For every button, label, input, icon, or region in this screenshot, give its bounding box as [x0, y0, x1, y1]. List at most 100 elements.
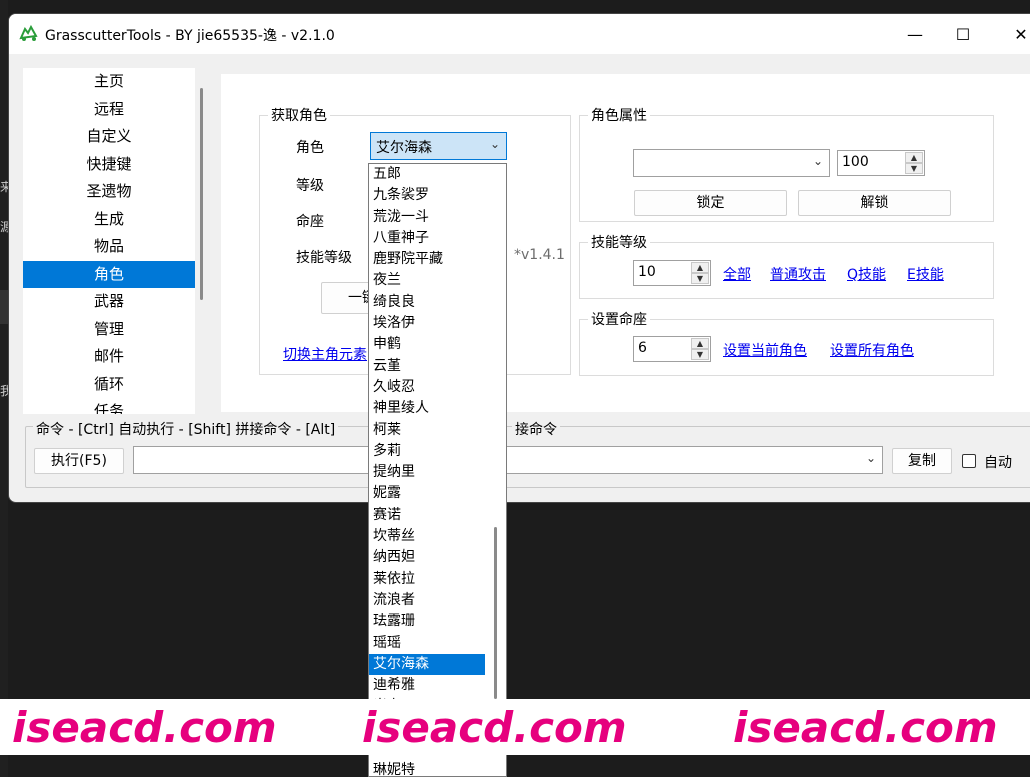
desktop-text-fragment: 来	[0, 180, 8, 194]
dropdown-item[interactable]: 提纳里	[369, 462, 485, 483]
dropdown-item[interactable]: 夜兰	[369, 270, 485, 291]
dropdown-item[interactable]: 莱依拉	[369, 569, 485, 590]
set-current-avatar-link[interactable]: 设置当前角色	[723, 340, 807, 360]
skill-all-link[interactable]: 全部	[723, 264, 751, 284]
sidebar-item-hotkeys[interactable]: 快捷键	[23, 151, 195, 179]
skill-level-title: 技能等级	[588, 232, 650, 252]
sidebar-item-items[interactable]: 物品	[23, 233, 195, 261]
dropdown-item[interactable]: 柯莱	[369, 420, 485, 441]
dropdown-item[interactable]: 鹿野院平藏	[369, 249, 485, 270]
sidebar-item-home[interactable]: 主页	[23, 68, 195, 96]
watermark-text: iseacd.com	[12, 703, 277, 752]
run-command-button[interactable]: 执行(F5)	[34, 448, 124, 474]
watermark-text: iseacd.com	[733, 703, 998, 752]
watermark-banner: iseacd.com iseacd.com iseacd.com	[0, 699, 1030, 755]
avatar-label: 角色	[296, 140, 324, 156]
close-button[interactable]: ✕	[997, 14, 1030, 54]
app-logo-icon	[19, 24, 38, 41]
command-title-tail: 接命令	[512, 419, 560, 439]
lock-button[interactable]: 锁定	[634, 190, 787, 216]
stepper-down-icon[interactable]: ▼	[691, 349, 709, 360]
version-hint: *v1.4.1	[514, 247, 565, 263]
watermark-text: iseacd.com	[362, 703, 627, 752]
dropdown-item[interactable]: 坎蒂丝	[369, 526, 485, 547]
sidebar-item-quests[interactable]: 任务	[23, 398, 195, 414]
copy-button[interactable]: 复制	[892, 448, 952, 474]
sidebar-item-artifacts[interactable]: 圣遗物	[23, 178, 195, 206]
skill-level-value: 10	[638, 264, 656, 280]
minimize-button[interactable]: —	[891, 14, 939, 54]
auto-label: 自动	[984, 455, 1012, 471]
avatar-page: 获取角色 角色 艾尔海森 ⌄ 等级 命座 技能等级 *v1.4.1 一键 切换主…	[221, 74, 1030, 412]
constellation-stepper[interactable]: 6 ▲ ▼	[633, 336, 711, 362]
dropdown-item[interactable]: 纳西妲	[369, 547, 485, 568]
dropdown-item[interactable]: 瑶瑶	[369, 633, 485, 654]
stepper-up-icon[interactable]: ▲	[691, 338, 709, 349]
dropdown-item[interactable]: 久岐忍	[369, 377, 485, 398]
desktop-bar	[0, 290, 8, 324]
title-bar[interactable]: GrasscutterTools - BY jie65535-逸 - v2.1.…	[9, 14, 1030, 54]
avatar-dropdown-list: 五郎 九条裟罗 荒泷一斗 八重神子 鹿野院平藏 夜兰 绮良良 埃洛伊 申鹤 云堇…	[368, 163, 507, 777]
dropdown-item[interactable]: 琳妮特	[369, 760, 485, 776]
command-title: 命令 - [Ctrl] 自动执行 - [Shift] 拼接命令 - [Alt]	[33, 419, 339, 439]
dropdown-item[interactable]: 八重神子	[369, 228, 485, 249]
constellation-value: 6	[638, 340, 647, 356]
chevron-down-icon: ⌄	[812, 154, 823, 168]
app-window: GrasscutterTools - BY jie65535-逸 - v2.1.…	[8, 13, 1030, 503]
skill-level-stepper[interactable]: 10 ▲ ▼	[633, 260, 711, 286]
avatar-prop-select[interactable]: ⌄	[633, 149, 830, 177]
sidebar-item-manage[interactable]: 管理	[23, 316, 195, 344]
dropdown-item[interactable]: 五郎	[369, 164, 485, 185]
dropdown-item[interactable]: 九条裟罗	[369, 185, 485, 206]
dropdown-item[interactable]: 妮露	[369, 483, 485, 504]
avatar-select-value: 艾尔海森	[376, 140, 432, 156]
auto-checkbox[interactable]	[962, 454, 976, 468]
maximize-button[interactable]: ☐	[939, 14, 987, 54]
sidebar-item-loop[interactable]: 循环	[23, 371, 195, 399]
dropdown-item[interactable]: 流浪者	[369, 590, 485, 611]
skill-q-link[interactable]: Q技能	[847, 264, 886, 284]
dropdown-item[interactable]: 多莉	[369, 441, 485, 462]
dropdown-item[interactable]: 迪希雅	[369, 675, 485, 696]
stepper-up-icon[interactable]: ▲	[691, 262, 709, 273]
dropdown-item[interactable]: 绮良良	[369, 292, 485, 313]
chevron-down-icon: ⌄	[865, 451, 876, 465]
prop-value: 100	[842, 154, 869, 170]
sidebar-item-spawn[interactable]: 生成	[23, 206, 195, 234]
dropdown-item[interactable]: 埃洛伊	[369, 313, 485, 334]
dropdown-item-selected[interactable]: 艾尔海森	[369, 653, 485, 676]
set-all-avatars-link[interactable]: 设置所有角色	[830, 340, 914, 360]
dropdown-item[interactable]: 云堇	[369, 356, 485, 377]
skill-e-link[interactable]: E技能	[907, 264, 944, 284]
stepper-down-icon[interactable]: ▼	[905, 163, 923, 174]
get-avatar-title: 获取角色	[268, 105, 330, 125]
avatar-props-title: 角色属性	[588, 105, 650, 125]
level-label: 等级	[296, 178, 324, 194]
window-title: GrasscutterTools - BY jie65535-逸 - v2.1.…	[45, 28, 335, 44]
unlock-button[interactable]: 解锁	[798, 190, 951, 216]
prop-value-stepper[interactable]: 100 ▲ ▼	[837, 150, 925, 176]
dropdown-item[interactable]: 申鹤	[369, 334, 485, 355]
dropdown-item[interactable]: 神里绫人	[369, 398, 485, 419]
avatar-select[interactable]: 艾尔海森 ⌄	[370, 132, 507, 160]
command-input[interactable]: ⌄	[133, 446, 883, 474]
sidebar-item-remote[interactable]: 远程	[23, 96, 195, 124]
sidebar-nav: 主页 远程 自定义 快捷键 圣遗物 生成 物品 角色 武器 管理 邮件 循环 任…	[23, 68, 195, 414]
sidebar-item-custom[interactable]: 自定义	[23, 123, 195, 151]
dropdown-item[interactable]: 珐露珊	[369, 611, 485, 632]
skill-level-label: 技能等级	[296, 250, 352, 266]
dropdown-item[interactable]: 荒泷一斗	[369, 207, 485, 228]
set-constellation-title: 设置命座	[588, 309, 650, 329]
dropdown-scrollbar[interactable]	[494, 527, 497, 699]
skill-normal-attack-link[interactable]: 普通攻击	[770, 264, 826, 284]
desktop-text-fragment: 源	[0, 220, 8, 234]
stepper-up-icon[interactable]: ▲	[905, 152, 923, 163]
sidebar-scrollbar[interactable]	[200, 88, 203, 300]
sidebar-item-mail[interactable]: 邮件	[23, 343, 195, 371]
stepper-down-icon[interactable]: ▼	[691, 273, 709, 284]
sidebar-item-weapons[interactable]: 武器	[23, 288, 195, 316]
desktop-text-fragment: 我	[0, 384, 8, 398]
switch-element-link[interactable]: 切换主角元素	[283, 344, 367, 364]
dropdown-item[interactable]: 赛诺	[369, 505, 485, 526]
sidebar-item-avatars[interactable]: 角色	[23, 260, 195, 288]
